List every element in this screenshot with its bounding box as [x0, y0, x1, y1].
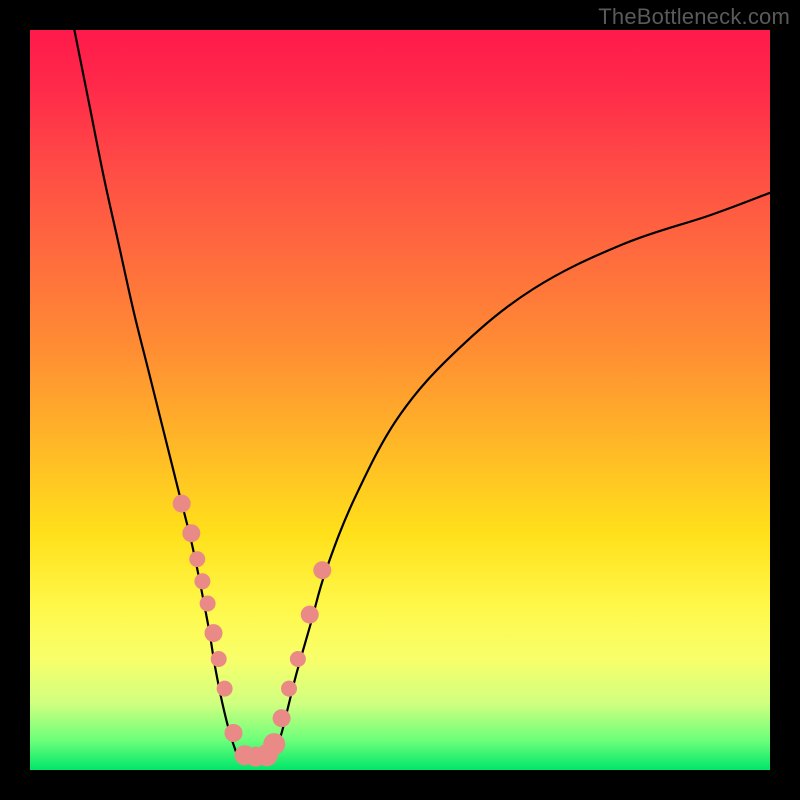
marker-dot [263, 733, 285, 755]
marker-dot [173, 495, 191, 513]
right-curve [274, 193, 770, 755]
marker-dot [301, 606, 319, 624]
chart-frame: TheBottleneck.com [0, 0, 800, 800]
marker-dot [200, 596, 216, 612]
left-curve [74, 30, 237, 755]
marker-dot [281, 681, 297, 697]
marker-dot [217, 681, 233, 697]
marker-dot [194, 573, 210, 589]
marker-dot [205, 624, 223, 642]
marker-dot [313, 561, 331, 579]
marker-dot [211, 651, 227, 667]
marker-dot [290, 651, 306, 667]
marker-dot [273, 709, 291, 727]
marker-dot [182, 524, 200, 542]
marker-dots [173, 495, 332, 767]
watermark-text: TheBottleneck.com [598, 4, 790, 30]
chart-svg [30, 30, 770, 770]
marker-dot [189, 551, 205, 567]
plot-area [30, 30, 770, 770]
marker-dot [225, 724, 243, 742]
